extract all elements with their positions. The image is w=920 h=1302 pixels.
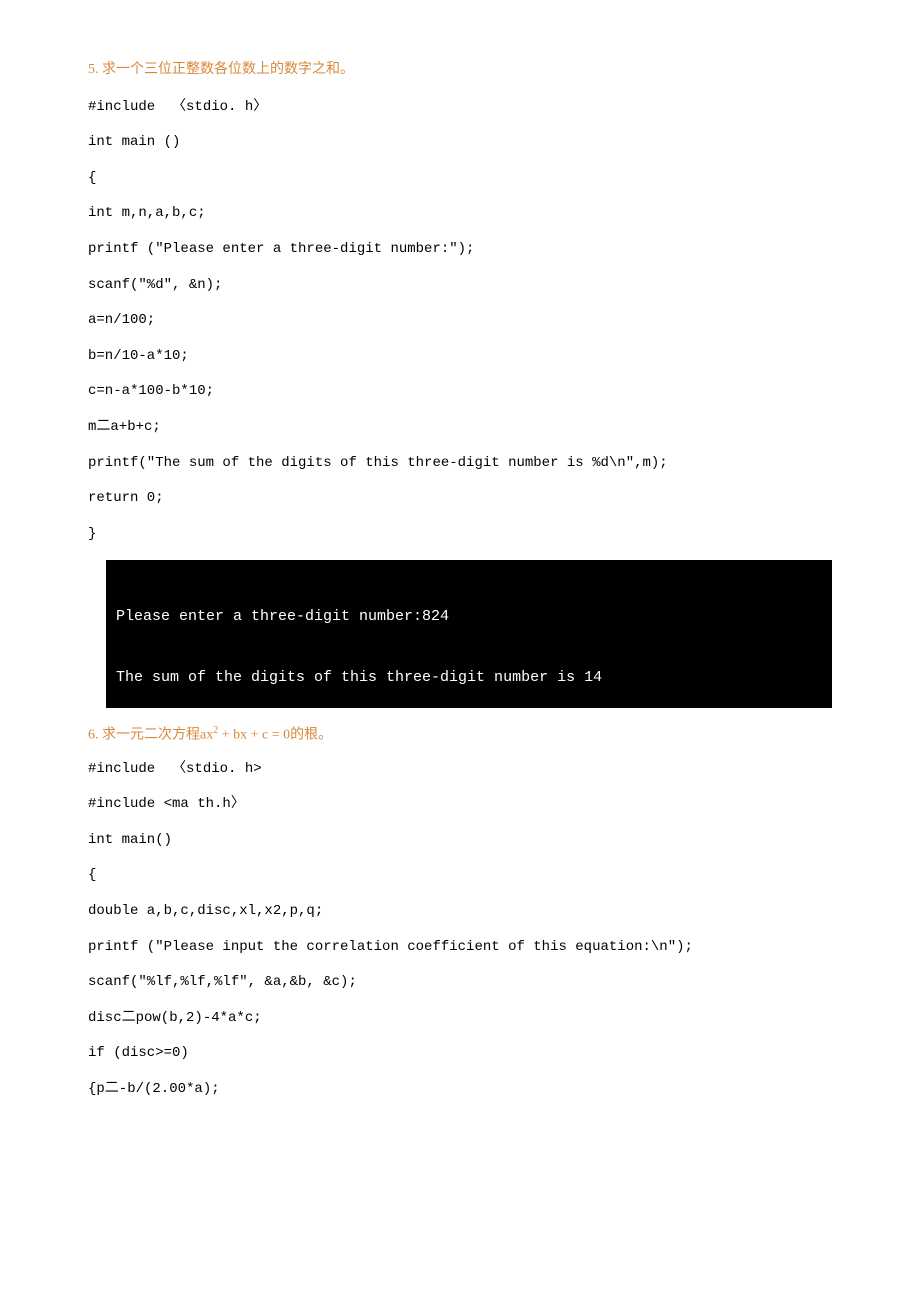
problem-6-heading: 6. 求一元二次方程ax2 + bx + c = 0的根。 — [88, 724, 832, 745]
code-line: {p二-b/(2.00*a); — [88, 1080, 832, 1100]
code-line: int m,n,a,b,c; — [88, 204, 832, 224]
problem-6-heading-prefix: 6. 求一元二次方程ax — [88, 728, 213, 743]
code-line: } — [88, 525, 832, 545]
code-line: #include 〈stdio. h〉 — [88, 98, 832, 118]
problem-5-code: #include 〈stdio. h〉 int main () { int m,… — [88, 98, 832, 545]
console-line: Please enter a three-digit number:824 — [116, 607, 822, 627]
problem-6-code: #include 〈stdio. h> #include <ma th.h〉 i… — [88, 760, 832, 1100]
code-line: printf("The sum of the digits of this th… — [88, 454, 832, 474]
code-line: disc二pow(b,2)-4*a*c; — [88, 1009, 832, 1029]
code-line: double a,b,c,disc,xl,x2,p,q; — [88, 902, 832, 922]
code-line: printf ("Please enter a three-digit numb… — [88, 240, 832, 260]
code-line: scanf("%lf,%lf,%lf", &a,&b, &c); — [88, 973, 832, 993]
code-line: scanf("%d", &n); — [88, 276, 832, 296]
problem-6-heading-suffix: + bx + c = 0的根。 — [218, 728, 332, 743]
code-line: c=n-a*100-b*10; — [88, 382, 832, 402]
code-line: b=n/10-a*10; — [88, 347, 832, 367]
code-line: { — [88, 169, 832, 189]
console-output: Please enter a three-digit number:824 Th… — [106, 560, 832, 708]
code-line: a=n/100; — [88, 311, 832, 331]
code-line: #include <ma th.h〉 — [88, 795, 832, 815]
problem-5-heading: 5. 求一个三位正整数各位数上的数字之和。 — [88, 60, 832, 80]
code-line: #include 〈stdio. h> — [88, 760, 832, 780]
code-line: if (disc>=0) — [88, 1044, 832, 1064]
problem-5-heading-text: 5. 求一个三位正整数各位数上的数字之和。 — [88, 62, 354, 77]
code-line: int main() — [88, 831, 832, 851]
code-line: { — [88, 866, 832, 886]
code-line: return 0; — [88, 489, 832, 509]
code-line: printf ("Please input the correlation co… — [88, 938, 832, 958]
console-line: The sum of the digits of this three-digi… — [116, 668, 822, 688]
code-line: m二a+b+c; — [88, 418, 832, 438]
code-line: int main () — [88, 133, 832, 153]
